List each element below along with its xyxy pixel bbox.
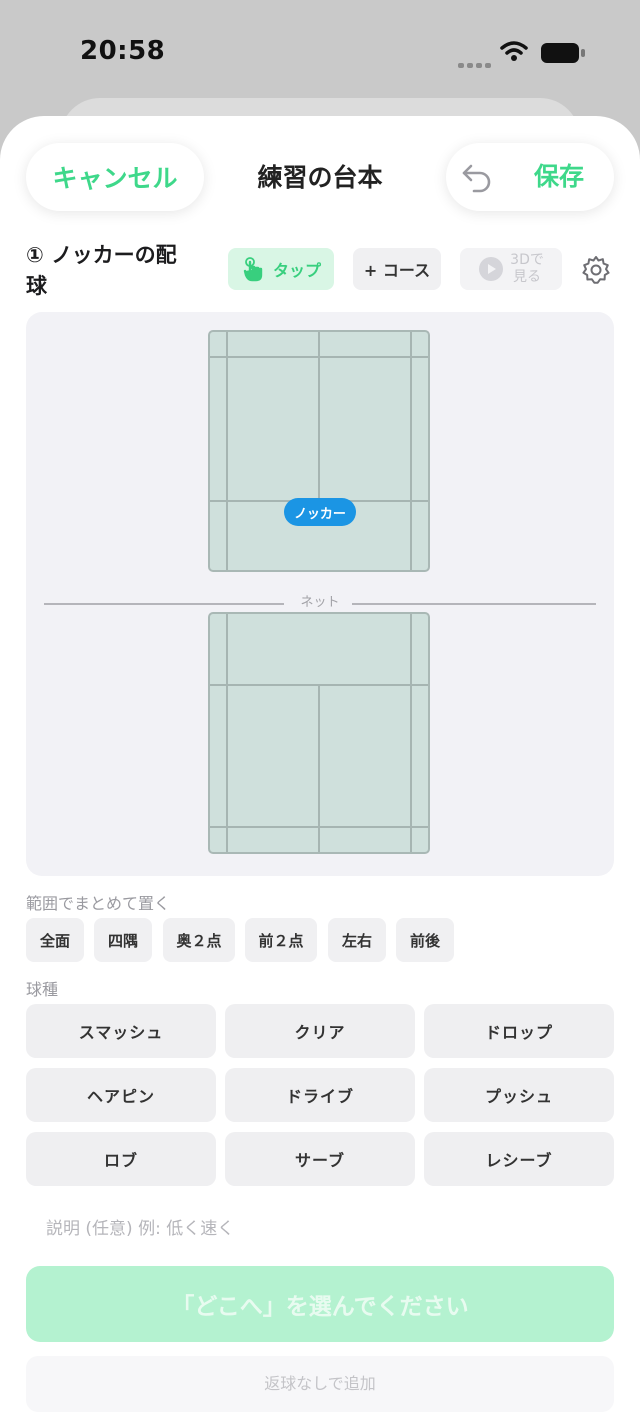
gear-icon[interactable] [580, 254, 612, 286]
header-actions: 保存 [446, 143, 614, 211]
tap-mode-label: タップ [272, 261, 321, 280]
range-button-left-right[interactable]: 左右 [328, 918, 386, 962]
knocker-marker[interactable]: ノッカー [284, 498, 356, 526]
shot-serve-button[interactable]: サーブ [225, 1132, 415, 1186]
wifi-icon [500, 41, 528, 61]
add-course-chip[interactable]: + コース [353, 248, 441, 290]
save-button[interactable]: 保存 [534, 143, 584, 211]
battery-icon [541, 43, 585, 63]
shot-clear-button[interactable]: クリア [225, 1004, 415, 1058]
add-without-return-button[interactable]: 返球なしで追加 [26, 1356, 614, 1412]
status-bar: 20:58 [0, 0, 640, 100]
player-court[interactable] [208, 612, 430, 854]
opponent-court[interactable] [208, 330, 430, 572]
status-time: 20:58 [80, 36, 166, 66]
shot-lob-button[interactable]: ロブ [26, 1132, 216, 1186]
net-label: ネット [44, 592, 596, 614]
range-button-full[interactable]: 全面 [26, 918, 84, 962]
view-3d-chip[interactable]: 3Dで 見る [460, 248, 562, 290]
range-section-label: 範囲でまとめて置く [26, 894, 171, 913]
view-3d-label-line2: 見る [513, 269, 541, 285]
shot-drive-button[interactable]: ドライブ [225, 1068, 415, 1122]
net: ネット [44, 592, 596, 614]
step-title: ① ノッカーの配球 [26, 243, 177, 298]
range-button-corners[interactable]: 四隅 [94, 918, 152, 962]
hand-tap-icon [243, 257, 263, 282]
tap-mode-chip[interactable]: タップ [228, 248, 334, 290]
range-button-front-two[interactable]: 前２点 [245, 918, 317, 962]
view-3d-label-line1: 3Dで [510, 252, 544, 268]
cellular-signal-icon [458, 53, 494, 72]
description-input[interactable]: 説明 (任意) 例: 低く速く [46, 1214, 234, 1239]
shot-receive-button[interactable]: レシーブ [424, 1132, 614, 1186]
shot-hairpin-button[interactable]: ヘアピン [26, 1068, 216, 1122]
undo-button[interactable] [458, 157, 496, 197]
range-button-front-back[interactable]: 前後 [396, 918, 454, 962]
play-circle-icon [479, 257, 504, 281]
shot-push-button[interactable]: プッシュ [424, 1068, 614, 1122]
shot-type-section-label: 球種 [26, 980, 59, 999]
undo-icon [462, 164, 491, 193]
court-diagram: ノッカー ネット [26, 312, 614, 876]
shot-smash-button[interactable]: スマッシュ [26, 1004, 216, 1058]
choose-destination-button[interactable]: 「どこへ」を選んでください [26, 1266, 614, 1342]
range-button-back-two[interactable]: 奥２点 [163, 918, 235, 962]
shot-drop-button[interactable]: ドロップ [424, 1004, 614, 1058]
script-editor-sheet: キャンセル 練習の台本 保存 ① ノッカーの配球 タップ + コース 3Dで 見る [0, 116, 640, 1416]
